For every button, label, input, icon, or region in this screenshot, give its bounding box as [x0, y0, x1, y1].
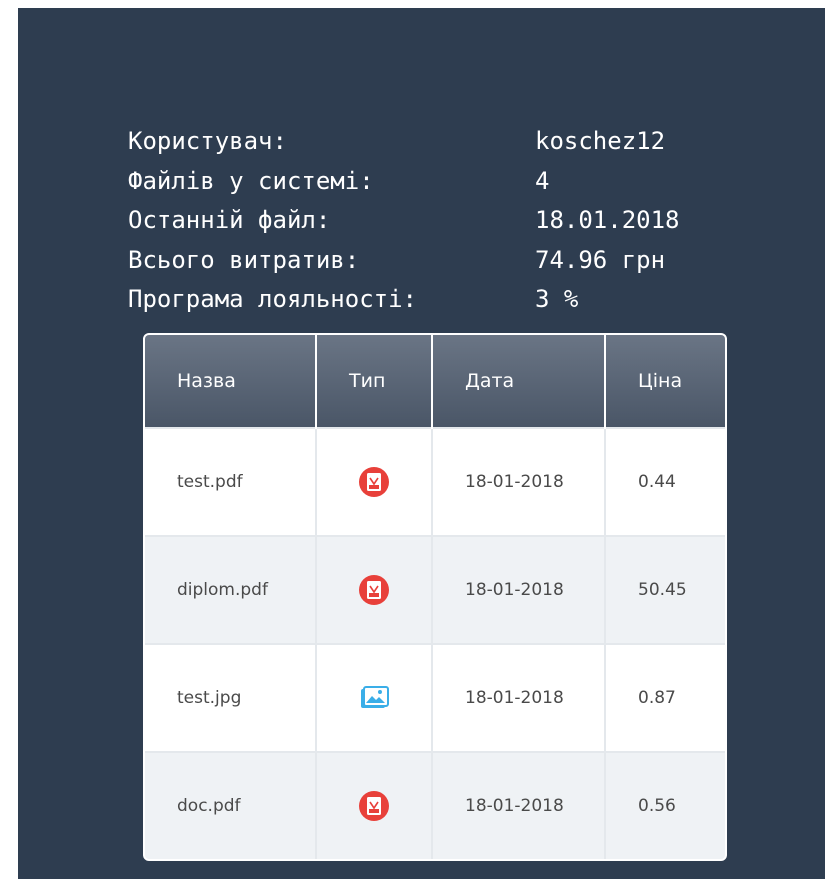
image-icon: [361, 686, 389, 708]
file-date: 18-01-2018: [432, 535, 606, 644]
pdf-icon: [359, 575, 389, 605]
account-summary: Користувач: koschez12 Файлів у системі: …: [128, 122, 680, 320]
column-header-date[interactable]: Дата: [432, 335, 606, 428]
summary-label: Програма лояльності:: [128, 285, 417, 313]
file-type: [316, 751, 433, 859]
summary-value: 3 %: [535, 285, 579, 313]
table-row[interactable]: test.pdf 18-01-2018 0.44: [145, 427, 725, 536]
pdf-icon: [359, 467, 389, 497]
file-price: 50.45: [605, 535, 725, 644]
table-row[interactable]: test.jpg 18-01-2018 0.87: [145, 643, 725, 752]
summary-row-loyalty: Програма лояльності: 3 %: [128, 280, 680, 320]
file-name[interactable]: diplom.pdf: [145, 535, 317, 644]
summary-row-user: Користувач: koschez12: [128, 122, 680, 162]
summary-value: 74.96 грн: [535, 245, 666, 274]
table-row[interactable]: diplom.pdf 18-01-2018 50.45: [145, 535, 725, 644]
summary-label: Користувач:: [128, 127, 287, 155]
summary-value: 18.01.2018: [535, 206, 680, 234]
summary-row-files: Файлів у системі: 4: [128, 162, 680, 202]
file-name[interactable]: doc.pdf: [145, 751, 317, 859]
files-table: Назва Тип Дата Ціна test.pdf 18-01-2018 …: [143, 333, 727, 861]
file-type: [316, 427, 433, 536]
summary-row-total-spent: Всього витратив: 74.96 грн: [128, 241, 680, 281]
pdf-icon: [359, 791, 389, 821]
file-date: 18-01-2018: [432, 751, 606, 859]
table-row[interactable]: doc.pdf 18-01-2018 0.56: [145, 751, 725, 859]
summary-value: 4: [535, 166, 550, 195]
column-header-type[interactable]: Тип: [316, 335, 433, 428]
file-type: [316, 643, 433, 752]
table-header-row: Назва Тип Дата Ціна: [145, 335, 725, 428]
file-type: [316, 535, 433, 644]
summary-label: Останній файл:: [128, 206, 331, 234]
file-date: 18-01-2018: [432, 643, 606, 752]
column-header-price[interactable]: Ціна: [605, 335, 725, 428]
file-price: 0.56: [605, 751, 725, 859]
file-price: 0.44: [605, 427, 725, 536]
summary-label: Файлів у системі:: [128, 166, 374, 195]
file-date: 18-01-2018: [432, 427, 606, 536]
summary-label: Всього витратив:: [128, 245, 360, 274]
column-header-name[interactable]: Назва: [145, 335, 317, 428]
file-name[interactable]: test.pdf: [145, 427, 317, 536]
file-price: 0.87: [605, 643, 725, 752]
summary-value: koschez12: [535, 127, 666, 155]
summary-row-last-file: Останній файл: 18.01.2018: [128, 201, 680, 241]
file-name[interactable]: test.jpg: [145, 643, 317, 752]
account-panel: Користувач: koschez12 Файлів у системі: …: [18, 8, 825, 879]
